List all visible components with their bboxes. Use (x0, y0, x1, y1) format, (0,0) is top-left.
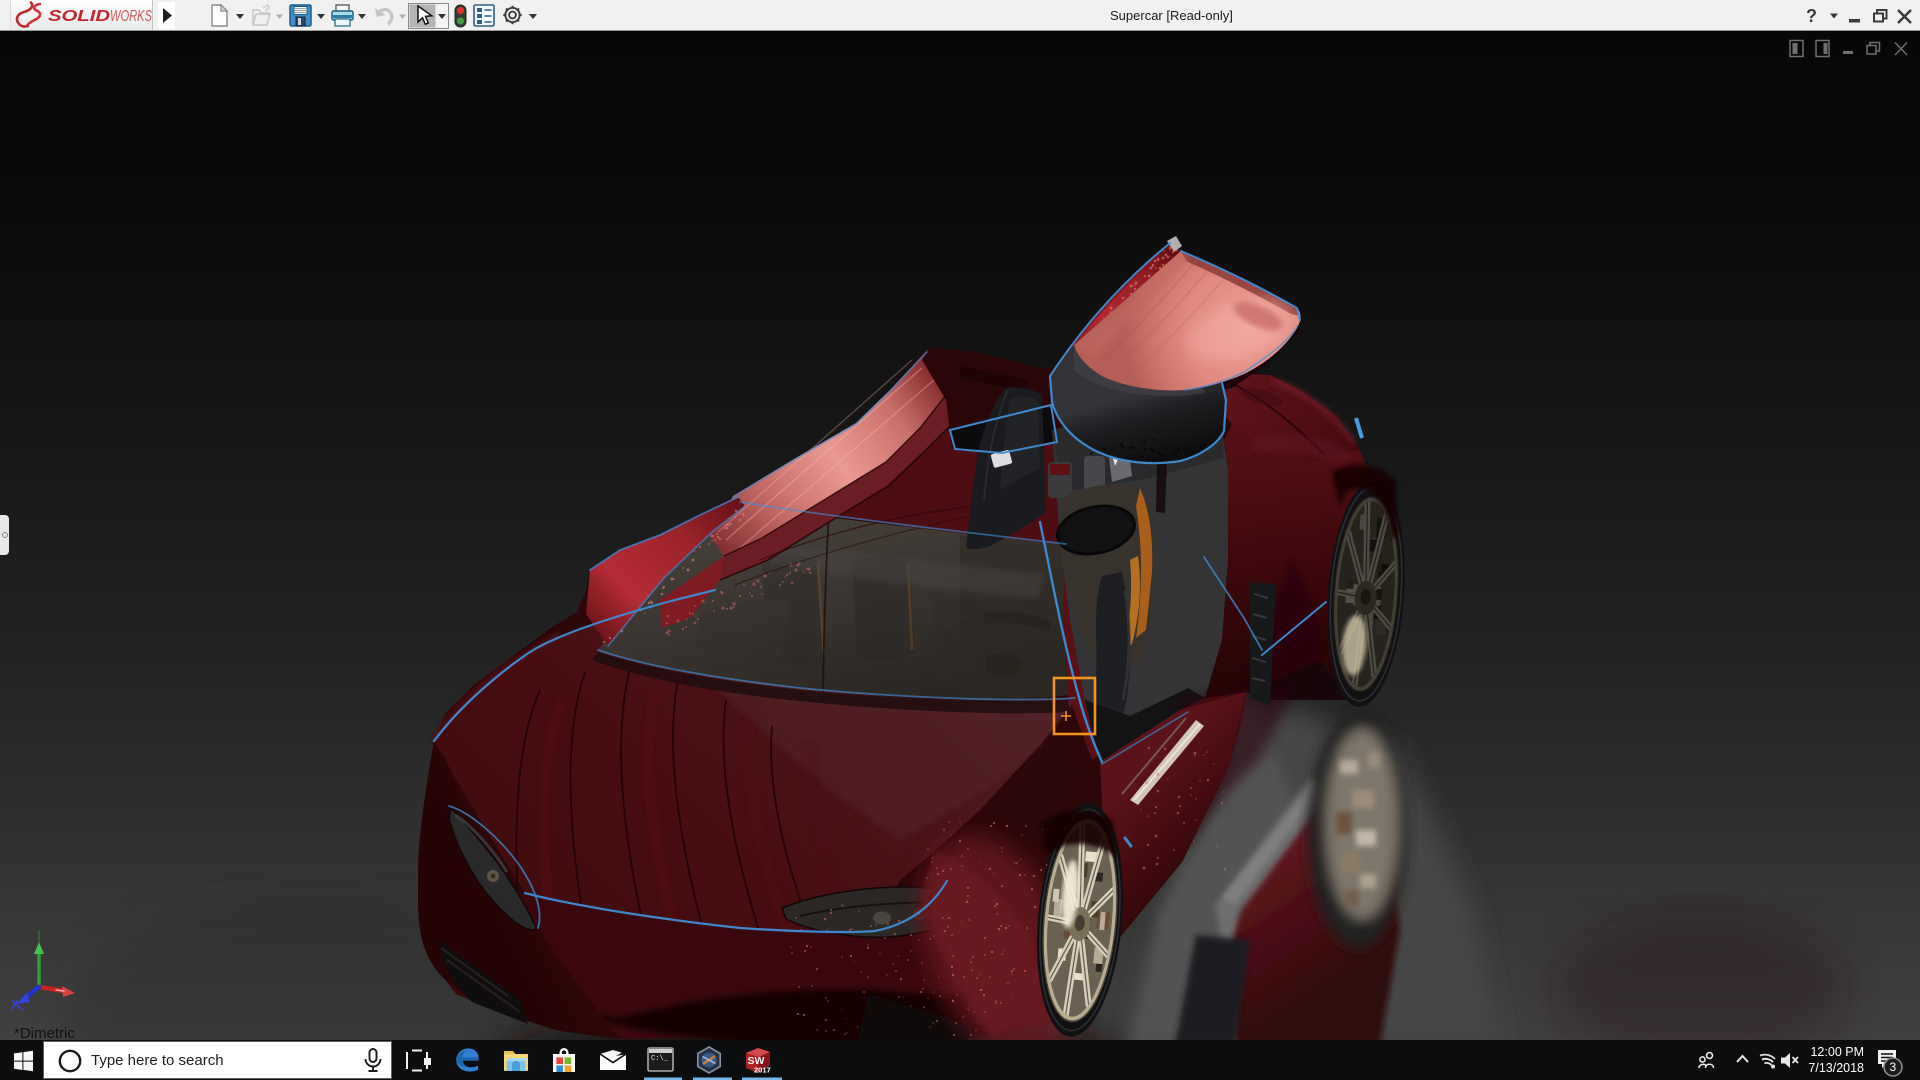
svg-text:SOLID: SOLID (48, 8, 110, 25)
svg-text:C:\_: C:\_ (651, 1055, 669, 1063)
svg-text:WORKS: WORKS (110, 8, 152, 25)
svg-text:3: 3 (1890, 1060, 1897, 1074)
svg-text:?: ? (1806, 6, 1817, 26)
svg-text:2017: 2017 (754, 1066, 771, 1075)
